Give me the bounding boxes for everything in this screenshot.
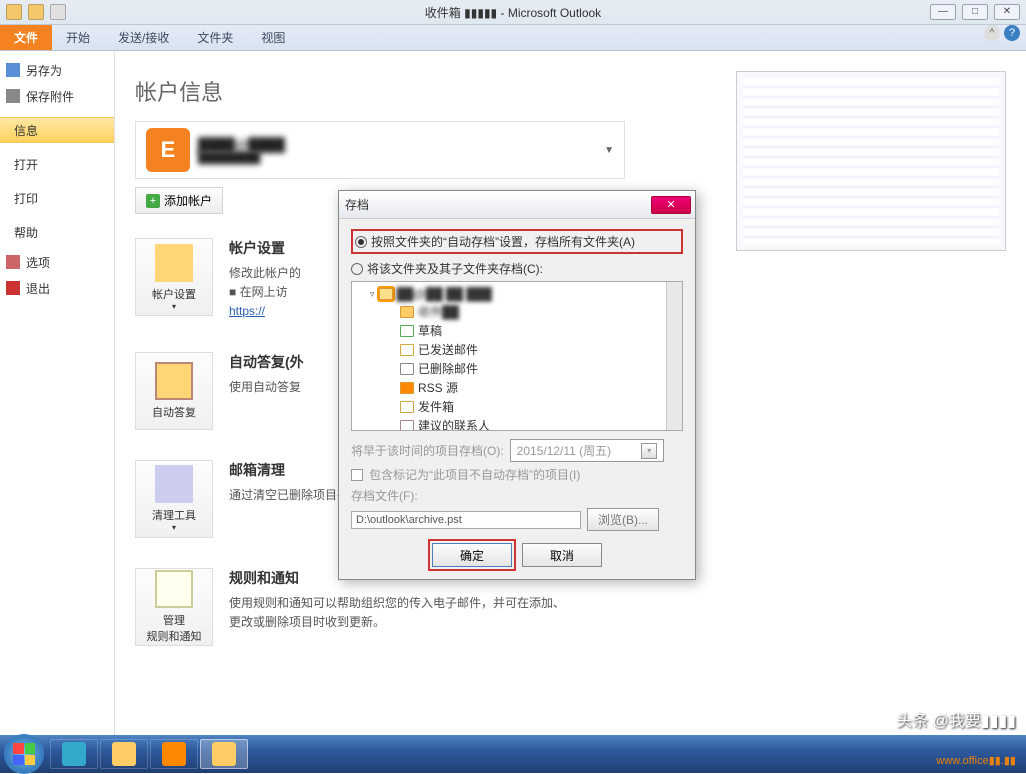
window-title: 收件箱 ▮▮▮▮▮ - Microsoft Outlook: [425, 4, 601, 21]
deleted-icon: [400, 363, 414, 375]
archive-path-input[interactable]: D:\outlook\archive.pst: [351, 511, 581, 529]
tree-item-label[interactable]: 建议的联系人: [418, 417, 490, 431]
ribbon-minimize-icon[interactable]: ^: [984, 25, 1000, 41]
chevron-down-icon[interactable]: ▼: [604, 145, 614, 156]
cancel-button[interactable]: 取消: [522, 543, 602, 567]
tab-folder[interactable]: 文件夹: [183, 25, 247, 50]
sent-icon: [400, 344, 414, 356]
taskbar-ie[interactable]: [50, 739, 98, 769]
tree-item-label[interactable]: 已发送邮件: [418, 341, 478, 358]
archive-date-select[interactable]: 2015/12/11 (周五)▾: [510, 439, 665, 462]
folder-tree[interactable]: ▿██@██ ██ ███ 收件██ 草稿 已发送邮件 已删除邮件 RSS 源 …: [351, 281, 683, 431]
sidebar-saveas[interactable]: 另存为: [0, 57, 114, 83]
contacts-icon: [400, 420, 414, 432]
browse-button[interactable]: 浏览(B)...: [587, 508, 659, 531]
qat-icon[interactable]: [28, 4, 44, 20]
qat-icon[interactable]: [50, 4, 66, 20]
exit-icon: [6, 281, 20, 295]
window-titlebar: 收件箱 ▮▮▮▮▮ - Microsoft Outlook — □ ✕: [0, 0, 1026, 25]
account-preview: [736, 71, 1006, 251]
checkbox[interactable]: [351, 469, 363, 481]
watermark: 头条 @我要▮▮▮▮: [896, 707, 1016, 731]
taskbar-outlook[interactable]: [200, 739, 248, 769]
add-account-button[interactable]: +添加帐户: [135, 187, 223, 214]
ie-icon: [62, 742, 86, 766]
rules-icon: [155, 570, 193, 608]
account-settings-icon: [155, 244, 193, 282]
file-label: 存档文件(F):: [351, 487, 418, 504]
outbox-icon: [400, 401, 414, 413]
auto-reply-button[interactable]: 自动答复: [135, 352, 213, 430]
tab-sendreceive[interactable]: 发送/接收: [104, 25, 183, 50]
radio-label: 按照文件夹的“自动存档”设置，存档所有文件夹(A): [371, 233, 635, 250]
radio-label: 将该文件夹及其子文件夹存档(C):: [367, 260, 543, 277]
auto-reply-icon: [155, 362, 193, 400]
tree-item-label: ██@██ ██ ███: [397, 287, 492, 301]
tab-view[interactable]: 视图: [247, 25, 299, 50]
radio-checked-icon[interactable]: [355, 236, 367, 248]
dialog-close-button[interactable]: ✕: [651, 196, 691, 214]
cleanup-tools-button[interactable]: 清理工具▾: [135, 460, 213, 538]
outlook-icon: [212, 742, 236, 766]
scrollbar[interactable]: [666, 282, 682, 430]
dropdown-icon[interactable]: ▾: [641, 443, 657, 459]
tree-item-label[interactable]: 发件箱: [418, 398, 454, 415]
rss-icon: [400, 382, 414, 394]
rules-button[interactable]: 管理 规则和通知: [135, 568, 213, 646]
tree-item-label[interactable]: RSS 源: [418, 379, 458, 396]
radio-unchecked-icon[interactable]: [351, 263, 363, 275]
tree-item-label[interactable]: 已删除邮件: [418, 360, 478, 377]
qat-icon[interactable]: [6, 4, 22, 20]
minimize-button[interactable]: —: [930, 4, 956, 20]
archive-folder-radio-row[interactable]: 将该文件夹及其子文件夹存档(C):: [351, 260, 683, 277]
folder-icon: [379, 288, 393, 300]
account-web-link[interactable]: https://: [229, 304, 265, 318]
taskbar-wmp[interactable]: [150, 739, 198, 769]
dialog-title: 存档: [345, 196, 369, 213]
ribbon-tabs: 文件 开始 发送/接收 文件夹 视图 ^ ?: [0, 25, 1026, 51]
section-desc: 使用规则和通知可以帮助组织您的传入电子邮件，并可在添加、: [229, 594, 1006, 613]
dialog-titlebar: 存档 ✕: [339, 191, 695, 219]
archive-dialog: 存档 ✕ 按照文件夹的“自动存档”设置，存档所有文件夹(A) 将该文件夹及其子文…: [338, 190, 696, 580]
checkbox-label: 包含标记为“此项目不自动存档”的项目(I): [369, 466, 580, 483]
tab-home[interactable]: 开始: [52, 25, 104, 50]
backstage-sidebar: 另存为 保存附件 信息 打开 打印 帮助 选项 退出: [0, 51, 115, 735]
saveas-icon: [6, 63, 20, 77]
archive-all-radio-row[interactable]: 按照文件夹的“自动存档”设置，存档所有文件夹(A): [351, 229, 683, 254]
date-label: 将早于该时间的项目存档(O):: [351, 442, 504, 459]
sidebar-print[interactable]: 打印: [0, 185, 114, 211]
help-icon[interactable]: ?: [1004, 25, 1020, 41]
windows-taskbar: [0, 735, 1026, 773]
attachment-icon: [6, 89, 20, 103]
ok-button[interactable]: 确定: [432, 543, 512, 567]
tree-item-label: 收件██: [418, 303, 459, 320]
plus-icon: +: [146, 194, 160, 208]
options-icon: [6, 255, 20, 269]
sidebar-info[interactable]: 信息: [0, 117, 114, 143]
account-settings-button[interactable]: 帐户设置▾: [135, 238, 213, 316]
exchange-icon: E: [146, 128, 190, 172]
cleanup-icon: [155, 465, 193, 503]
folder-icon: [112, 742, 136, 766]
wmp-icon: [162, 742, 186, 766]
section-desc: 更改或删除项目时收到更新。: [229, 613, 1006, 632]
maximize-button[interactable]: □: [962, 4, 988, 20]
account-name: ████@████: [198, 137, 596, 152]
tree-item-label[interactable]: 草稿: [418, 322, 442, 339]
tab-file[interactable]: 文件: [0, 25, 52, 50]
drafts-icon: [400, 325, 414, 337]
sidebar-options[interactable]: 选项: [0, 249, 114, 275]
sidebar-saveattach[interactable]: 保存附件: [0, 83, 114, 109]
sidebar-exit[interactable]: 退出: [0, 275, 114, 301]
quick-access-toolbar: [0, 4, 66, 20]
close-button[interactable]: ✕: [994, 4, 1020, 20]
expand-icon[interactable]: ▿: [370, 289, 375, 300]
taskbar-explorer[interactable]: [100, 739, 148, 769]
watermark-url: www.office▮▮.▮▮: [936, 754, 1016, 767]
inbox-icon: [400, 306, 414, 318]
start-button[interactable]: [4, 734, 44, 774]
account-selector[interactable]: E ████@████████████ ▼: [135, 121, 625, 179]
sidebar-open[interactable]: 打开: [0, 151, 114, 177]
sidebar-help[interactable]: 帮助: [0, 219, 114, 245]
